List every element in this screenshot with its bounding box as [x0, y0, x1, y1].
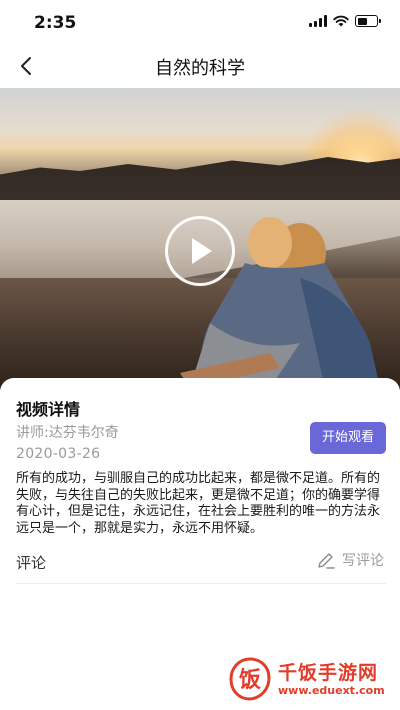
- video-thumbnail-couple: [180, 217, 380, 388]
- battery-icon: [355, 15, 381, 27]
- write-comment-label: 写评论: [342, 553, 384, 569]
- watermark-logo-icon: 饭: [229, 657, 271, 701]
- watermark: 饭 千饭手游网 www.eduext.com: [228, 656, 398, 706]
- wifi-icon: [333, 15, 349, 27]
- video-player[interactable]: [0, 88, 400, 390]
- video-description: 所有的成功，与驯服自己的成功比起来，都是微不足道。所有的失败，与失往自己的失败比…: [16, 471, 381, 536]
- watermark-site-name: 千饭手游网: [278, 662, 379, 684]
- status-bar: 2:35: [0, 0, 400, 44]
- nav-bar: 自然的科学: [0, 44, 400, 88]
- watermark-logo-text: 饭: [239, 667, 261, 693]
- status-time: 2:35: [34, 13, 77, 33]
- page-title: 自然的科学: [155, 58, 245, 79]
- status-icons: [309, 15, 381, 27]
- section-title: 视频详情: [16, 400, 81, 419]
- comments-header: 评论 写评论: [16, 544, 386, 584]
- pencil-icon: [318, 553, 335, 569]
- comments-label: 评论: [16, 554, 47, 572]
- play-button[interactable]: [165, 216, 235, 286]
- publish-date: 2020-03-26: [16, 446, 101, 462]
- play-icon: [192, 238, 212, 264]
- lecturer-name: 讲师:达芬韦尔奇: [16, 425, 119, 441]
- cellular-signal-icon: [309, 15, 327, 27]
- write-comment-button[interactable]: 写评论: [316, 550, 384, 570]
- start-watching-button[interactable]: 开始观看: [310, 422, 386, 454]
- watermark-url: www.eduext.com: [278, 684, 385, 697]
